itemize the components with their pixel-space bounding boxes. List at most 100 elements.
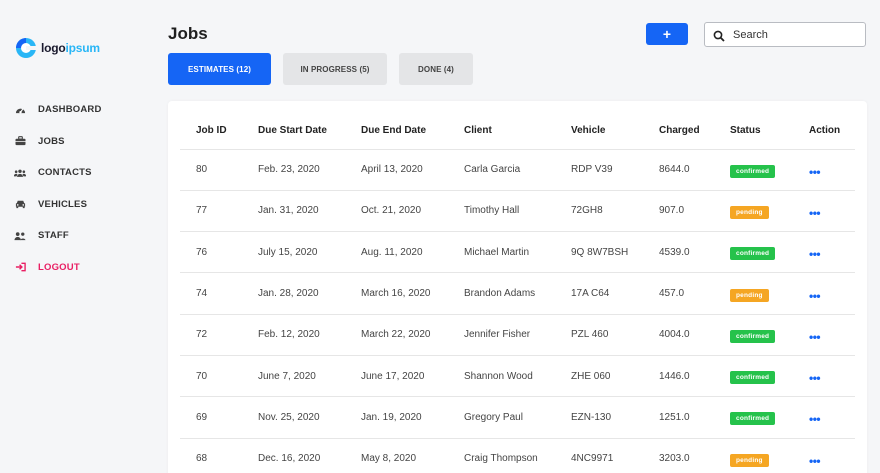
vehicle-cell: EZN-130 [555, 396, 643, 439]
status-badge: confirmed [730, 164, 776, 178]
sidebar-item-contacts[interactable]: CONTACTS [14, 157, 134, 189]
job-id-cell: 72 [180, 314, 242, 356]
more-actions-icon[interactable]: ••• [809, 371, 821, 385]
status-badge: pending [730, 288, 769, 302]
dashboard-icon [14, 104, 26, 116]
status-badge: confirmed [730, 371, 776, 385]
charged-cell: 1251.0 [643, 396, 714, 439]
add-job-button[interactable]: + [646, 23, 688, 45]
status-cell: pending [714, 190, 793, 233]
more-actions-icon[interactable]: ••• [809, 206, 821, 220]
due-start-cell: Jan. 28, 2020 [242, 272, 345, 315]
due-start-cell: Jan. 31, 2020 [242, 190, 345, 233]
charged-cell: 4539.0 [643, 231, 714, 274]
jobs-table: Job ID Due Start Date Due End Date Clien… [180, 113, 855, 473]
column-header-due-end[interactable]: Due End Date [345, 113, 448, 150]
due-start-cell: June 7, 2020 [242, 355, 345, 398]
status-cell: confirmed [714, 355, 793, 398]
action-cell: ••• [793, 314, 855, 356]
sidebar-item-dashboard[interactable]: DASHBOARD [14, 94, 134, 126]
table-row[interactable]: 77 Jan. 31, 2020 Oct. 21, 2020 Timothy Hall… [180, 190, 855, 233]
due-start-cell: Feb. 12, 2020 [242, 314, 345, 356]
sidebar-item-staff[interactable]: STAFF [14, 220, 134, 252]
more-actions-icon[interactable]: ••• [809, 330, 821, 344]
job-id-cell: 80 [180, 149, 242, 191]
due-start-cell: Feb. 23, 2020 [242, 149, 345, 191]
table-row[interactable]: 72 Feb. 12, 2020 March 22, 2020 Jennifer Fi… [180, 314, 855, 356]
status-cell: confirmed [714, 231, 793, 274]
due-start-cell: Nov. 25, 2020 [242, 396, 345, 439]
charged-cell: 8644.0 [643, 149, 714, 191]
tab-estimates[interactable]: ESTIMATES (12) [168, 53, 271, 85]
due-end-cell: March 16, 2020 [345, 272, 448, 315]
vehicle-cell: PZL 460 [555, 314, 643, 356]
search-box[interactable] [704, 22, 866, 47]
logo-text-part1: logo [41, 41, 66, 55]
table-row[interactable]: 70 June 7, 2020 June 17, 2020 Shannon Wood Z… [180, 355, 855, 398]
logo-icon [15, 37, 37, 59]
job-id-cell: 68 [180, 438, 242, 473]
action-cell: ••• [793, 231, 855, 274]
more-actions-icon[interactable]: ••• [809, 165, 821, 179]
job-id-cell: 77 [180, 190, 242, 233]
column-header-due-start[interactable]: Due Start Date [242, 113, 345, 150]
charged-cell: 1446.0 [643, 355, 714, 398]
action-cell: ••• [793, 396, 855, 439]
action-cell: ••• [793, 438, 855, 473]
job-id-cell: 69 [180, 396, 242, 439]
action-cell: ••• [793, 272, 855, 315]
column-header-job-id[interactable]: Job ID [180, 113, 242, 150]
due-end-cell: Aug. 11, 2020 [345, 231, 448, 274]
client-cell: Carla Garcia [448, 149, 555, 191]
due-end-cell: April 13, 2020 [345, 149, 448, 191]
due-end-cell: May 8, 2020 [345, 438, 448, 473]
action-cell: ••• [793, 149, 855, 191]
charged-cell: 3203.0 [643, 438, 714, 473]
sidebar-item-logout[interactable]: LOGOUT [14, 252, 134, 284]
status-cell: confirmed [714, 149, 793, 191]
vehicle-cell: 72GH8 [555, 190, 643, 233]
jobs-table-body: 80 Feb. 23, 2020 April 13, 2020 Carla Garci… [180, 149, 855, 473]
vehicle-cell: 9Q 8W7BSH [555, 231, 643, 274]
table-row[interactable]: 69 Nov. 25, 2020 Jan. 19, 2020 Gregory Paul… [180, 396, 855, 439]
action-cell: ••• [793, 190, 855, 233]
more-actions-icon[interactable]: ••• [809, 412, 821, 426]
sidebar-item-label: LOGOUT [38, 261, 80, 273]
column-header-charged[interactable]: Charged [643, 113, 714, 150]
main-content: Jobs + ESTIMATES (12) IN PROGRESS (5) DO… [134, 0, 880, 473]
client-cell: Gregory Paul [448, 396, 555, 439]
page-title: Jobs [168, 24, 208, 43]
sidebar: logoipsum DASHBOARD JOBS CONTACTS VEHICL… [0, 0, 134, 473]
client-cell: Timothy Hall [448, 190, 555, 233]
status-cell: confirmed [714, 396, 793, 439]
column-header-client[interactable]: Client [448, 113, 555, 150]
sidebar-item-label: CONTACTS [38, 167, 92, 179]
sidebar-item-jobs[interactable]: JOBS [14, 126, 134, 158]
jobs-table-card: Job ID Due Start Date Due End Date Clien… [168, 101, 867, 473]
logo[interactable]: logoipsum [15, 37, 100, 59]
action-cell: ••• [793, 355, 855, 398]
due-end-cell: Jan. 19, 2020 [345, 396, 448, 439]
client-cell: Michael Martin [448, 231, 555, 274]
more-actions-icon[interactable]: ••• [809, 454, 821, 468]
table-row[interactable]: 80 Feb. 23, 2020 April 13, 2020 Carla Garci… [180, 149, 855, 191]
job-id-cell: 76 [180, 231, 242, 274]
search-input[interactable] [733, 28, 853, 41]
sidebar-item-label: JOBS [38, 135, 65, 147]
job-id-cell: 74 [180, 272, 242, 315]
more-actions-icon[interactable]: ••• [809, 289, 821, 303]
sidebar-item-vehicles[interactable]: VEHICLES [14, 189, 134, 221]
client-cell: Brandon Adams [448, 272, 555, 315]
column-header-status[interactable]: Status [714, 113, 793, 150]
table-row[interactable]: 68 Dec. 16, 2020 May 8, 2020 Craig Thompson… [180, 438, 855, 473]
users-icon [14, 167, 26, 179]
table-row[interactable]: 76 July 15, 2020 Aug. 11, 2020 Michael Mart… [180, 231, 855, 274]
user-group-icon [14, 230, 26, 242]
tab-in-progress[interactable]: IN PROGRESS (5) [283, 53, 387, 85]
tab-done[interactable]: DONE (4) [399, 53, 473, 85]
search-icon [713, 29, 725, 42]
more-actions-icon[interactable]: ••• [809, 247, 821, 261]
job-id-cell: 70 [180, 355, 242, 398]
column-header-vehicle[interactable]: Vehicle [555, 113, 643, 150]
table-row[interactable]: 74 Jan. 28, 2020 March 16, 2020 Brandon Ada… [180, 272, 855, 315]
